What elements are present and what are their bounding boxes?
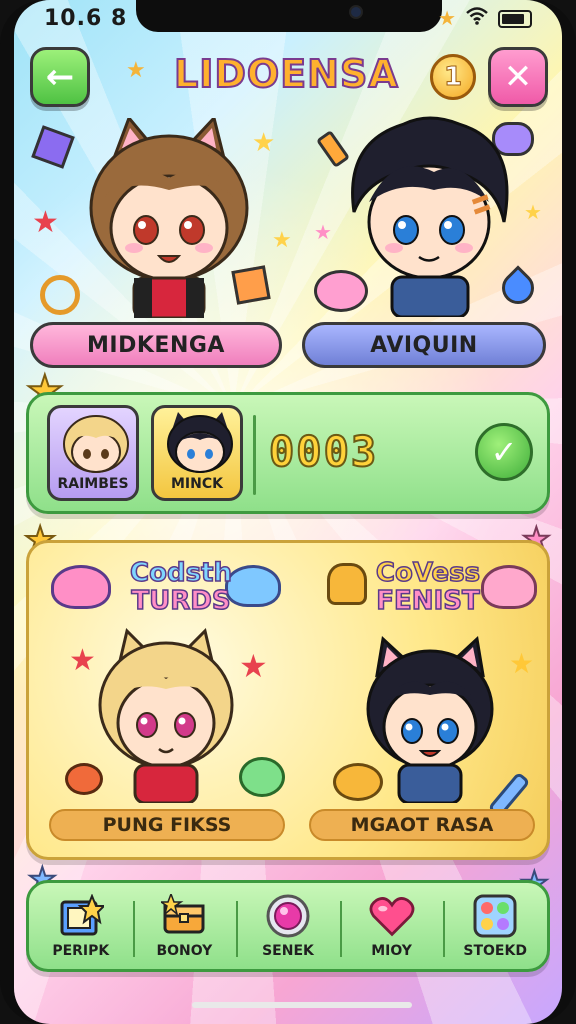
slime-icon [51, 565, 111, 609]
team-member-slot-2[interactable]: MINCK [151, 405, 243, 501]
star-icon: ★ [272, 228, 292, 253]
cube-icon [31, 125, 75, 169]
card-left-title-line1: Codsth [129, 558, 232, 588]
panel-divider [253, 415, 256, 495]
battery-icon [498, 9, 532, 28]
camera [349, 5, 363, 19]
nav-item-senek[interactable]: SENEK [236, 883, 340, 969]
home-indicator[interactable] [192, 1002, 412, 1008]
team-panel: RAIMBES MINCK 0003 ✓ [26, 392, 550, 514]
notch [136, 0, 442, 32]
blonde-character-avatar [63, 415, 129, 473]
star-icon: ★ [438, 8, 456, 30]
confirm-button[interactable]: ✓ [475, 423, 533, 481]
heart-icon [369, 893, 415, 939]
back-button[interactable]: ← [30, 47, 90, 107]
card-right-title-line1: CoVess [375, 558, 481, 588]
pudding-icon [327, 563, 367, 605]
phone-frame: ★ ★ ★ ★ ★ ★ ★ ★ ★ ★ ★ 10.6 8 ★ ← [0, 0, 576, 1024]
check-icon: ✓ [490, 433, 518, 471]
star-icon: ★ [32, 205, 59, 240]
card-left-button[interactable]: PUNG FIKSS [49, 809, 285, 841]
sticker-grid-icon [472, 893, 518, 939]
character-left-portrait[interactable] [74, 118, 264, 318]
close-icon: ✕ [503, 57, 533, 97]
nav-label: PERIPK [52, 943, 110, 959]
card-right-title-line2: FENIST [376, 586, 481, 616]
team-member-label: RAIMBES [57, 476, 129, 492]
card-left-character[interactable] [91, 625, 241, 803]
chest-icon [161, 893, 207, 939]
card-right-button[interactable]: MGAOT RASA [309, 809, 535, 841]
star-icon: ★ [126, 58, 146, 83]
nav-label: BONOY [156, 943, 213, 959]
nav-label: SENEK [262, 943, 314, 959]
star-icon: ★ [314, 220, 332, 244]
team-member-slot-1[interactable]: RAIMBES [47, 405, 139, 501]
page-title: LIDOENSA [173, 51, 399, 97]
nav-label: STOEKD [463, 943, 527, 959]
book-icon [58, 893, 104, 939]
character-left-name-button[interactable]: MIDKENGA [30, 322, 282, 368]
wifi-icon [466, 6, 488, 31]
game-screen: ★ ★ ★ ★ ★ ★ ★ ★ ★ ★ ★ 10.6 8 ★ ← [14, 0, 562, 1024]
speech-bubble-icon [239, 757, 285, 797]
star-icon: ★ [524, 200, 542, 224]
score-counter: 0003 [268, 426, 379, 477]
nav-item-stoekd[interactable]: STOEKD [443, 883, 547, 969]
character-right-name-button[interactable]: AVIQUIN [302, 322, 546, 368]
close-button[interactable]: ✕ [488, 47, 548, 107]
black-hair-character-avatar [167, 412, 233, 473]
card-right-character[interactable] [355, 631, 505, 803]
star-icon: ★ [239, 647, 268, 685]
gem-icon [265, 893, 311, 939]
star-icon: ★ [509, 647, 535, 680]
card-left-title-line2: TURDS [131, 586, 232, 616]
card-left-title: Codsth TURDS [121, 558, 241, 616]
status-time: 10.6 8 [44, 6, 128, 31]
card-right-title: CoVess FENIST [373, 558, 483, 616]
nav-item-peripk[interactable]: PERIPK [29, 883, 133, 969]
nav-label: MIOY [371, 943, 412, 959]
slime-icon [481, 565, 537, 609]
arrow-left-icon: ← [45, 57, 75, 97]
character-select-card: Codsth TURDS CoVess FENIST ★ ★ ★ PUNG FI… [26, 540, 550, 860]
bottom-nav: PERIPK BONOY SENEK MIOY STOEKD [26, 880, 550, 972]
character-right-portrait[interactable] [334, 112, 524, 317]
nav-item-bonoy[interactable]: BONOY [132, 883, 237, 969]
status-icons: ★ [438, 6, 532, 31]
coin-badge: 1 [430, 54, 476, 100]
team-member-label: MINCK [171, 476, 223, 492]
nav-item-mioy[interactable]: MIOY [339, 883, 444, 969]
